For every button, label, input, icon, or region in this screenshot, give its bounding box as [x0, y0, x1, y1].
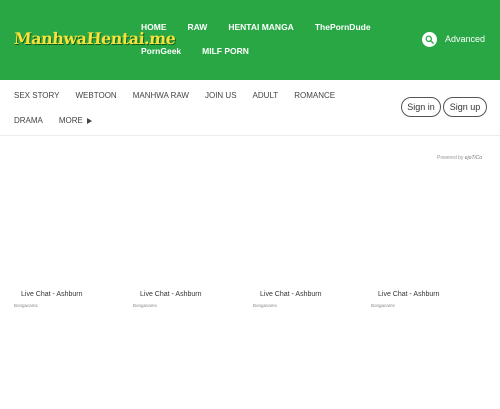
ad-source: Bongacams [14, 303, 38, 308]
ad-marker-icon [253, 292, 257, 297]
caret-right-icon [86, 118, 92, 124]
ad-attribution: Powered by ejoTiCo [437, 155, 482, 161]
nav-milf-porn[interactable]: MILF PORN [202, 45, 249, 57]
nav-hentai-manga[interactable]: HENTAI MANGA [228, 21, 293, 33]
ad-attribution-brand[interactable]: ejoTiCo [465, 155, 482, 161]
nav-webtoon[interactable]: WEBTOON [76, 90, 117, 102]
main-nav: HOME RAW HENTAI MANGA ThePornDude PornGe… [141, 21, 411, 57]
category-nav: SEX STORY WEBTOON MANHWA RAW JOIN US ADU… [14, 90, 394, 127]
nav-adult[interactable]: ADULT [253, 90, 279, 102]
ad-title[interactable]: Live Chat - Ashburn [140, 291, 201, 298]
site-header: ManhwaHentai.me HOME RAW HENTAI MANGA Th… [0, 0, 500, 80]
search-icon [425, 35, 434, 44]
advanced-search-link[interactable]: Advanced [445, 34, 485, 45]
nav-join-us[interactable]: JOIN US [205, 90, 237, 102]
ad-card[interactable]: Live Chat - Ashburn Bongacams [371, 290, 481, 309]
ad-marker-icon [14, 292, 18, 297]
sign-in-button[interactable]: Sign in [401, 97, 441, 117]
ad-title[interactable]: Live Chat - Ashburn [260, 291, 321, 298]
ad-card[interactable]: Live Chat - Ashburn Bongacams [253, 290, 363, 309]
nav-romance[interactable]: ROMANCE [294, 90, 335, 102]
ad-card[interactable]: Live Chat - Ashburn Bongacams [14, 290, 124, 309]
nav-raw[interactable]: RAW [188, 21, 208, 33]
ad-marker-icon [371, 292, 375, 297]
nav-drama[interactable]: DRAMA [14, 115, 43, 127]
ad-source: Bongacams [371, 303, 395, 308]
nav-more[interactable]: MORE [59, 115, 92, 127]
ad-source: Bongacams [133, 303, 157, 308]
nav-home[interactable]: HOME [141, 21, 167, 33]
nav-manhwa-raw[interactable]: MANHWA RAW [133, 90, 189, 102]
ad-attribution-prefix: Powered by [437, 155, 464, 161]
ad-marker-icon [133, 292, 137, 297]
nav-more-label: MORE [58, 116, 83, 125]
ad-title[interactable]: Live Chat - Ashburn [21, 291, 82, 298]
nav-porngeek[interactable]: PornGeek [141, 45, 181, 57]
search-button[interactable] [422, 32, 437, 47]
nav-sex-story[interactable]: SEX STORY [14, 90, 60, 102]
nav-theporndude[interactable]: ThePornDude [315, 21, 371, 33]
sign-up-button[interactable]: Sign up [443, 97, 487, 117]
ad-title[interactable]: Live Chat - Ashburn [378, 291, 439, 298]
ad-source: Bongacams [253, 303, 277, 308]
ad-card[interactable]: Live Chat - Ashburn Bongacams [133, 290, 243, 309]
